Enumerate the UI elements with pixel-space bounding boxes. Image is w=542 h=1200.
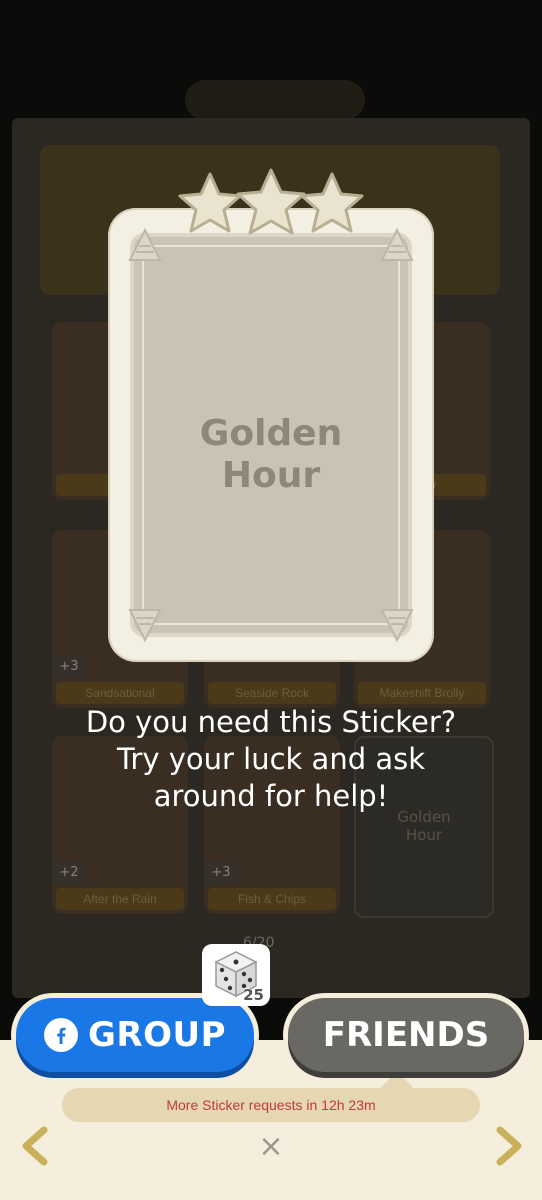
chevron-left-icon[interactable] bbox=[18, 1126, 52, 1166]
corner-ornament-icon bbox=[380, 609, 414, 643]
sticker-title: Golden Hour bbox=[199, 413, 343, 496]
album-slot-label: Makeshift Brolly bbox=[358, 682, 486, 704]
star-icon bbox=[236, 168, 306, 235]
corner-ornament-icon bbox=[128, 609, 162, 643]
dice-badge: 25 bbox=[202, 944, 270, 1006]
album-slot-label: Fish & Chips bbox=[208, 888, 336, 910]
corner-ornament-icon bbox=[380, 227, 414, 261]
group-button[interactable]: GROUP bbox=[16, 998, 254, 1072]
album-slot-label: Sandsational bbox=[56, 682, 184, 704]
dice-count: 25 bbox=[243, 986, 264, 1004]
sticker-card: Golden Hour bbox=[108, 208, 434, 662]
star-icon bbox=[178, 172, 242, 233]
album-slot-badge: +2 bbox=[52, 862, 86, 884]
rarity-stars bbox=[178, 168, 364, 235]
sticker-requests-timer: More Sticker requests in 12h 23m bbox=[62, 1088, 480, 1122]
album-slot-badge: +3 bbox=[204, 862, 238, 884]
album-slot-label: After the Rain bbox=[56, 888, 184, 910]
album-slot-badge: +3 bbox=[52, 656, 86, 678]
album-slot-label: Seaside Rock bbox=[208, 682, 336, 704]
close-button[interactable]: × bbox=[258, 1132, 284, 1162]
star-icon bbox=[300, 172, 364, 233]
album-title-banner bbox=[185, 80, 365, 120]
chevron-right-icon[interactable] bbox=[492, 1126, 526, 1166]
help-prompt: Do you need this Sticker? Try your luck … bbox=[85, 705, 457, 813]
sticker-card-face: Golden Hour bbox=[130, 233, 412, 637]
friends-button-label: FRIENDS bbox=[322, 1015, 490, 1055]
facebook-icon bbox=[43, 1018, 78, 1052]
friends-button[interactable]: FRIENDS bbox=[288, 998, 524, 1072]
group-button-label: GROUP bbox=[87, 1015, 227, 1055]
corner-ornament-icon bbox=[128, 227, 162, 261]
